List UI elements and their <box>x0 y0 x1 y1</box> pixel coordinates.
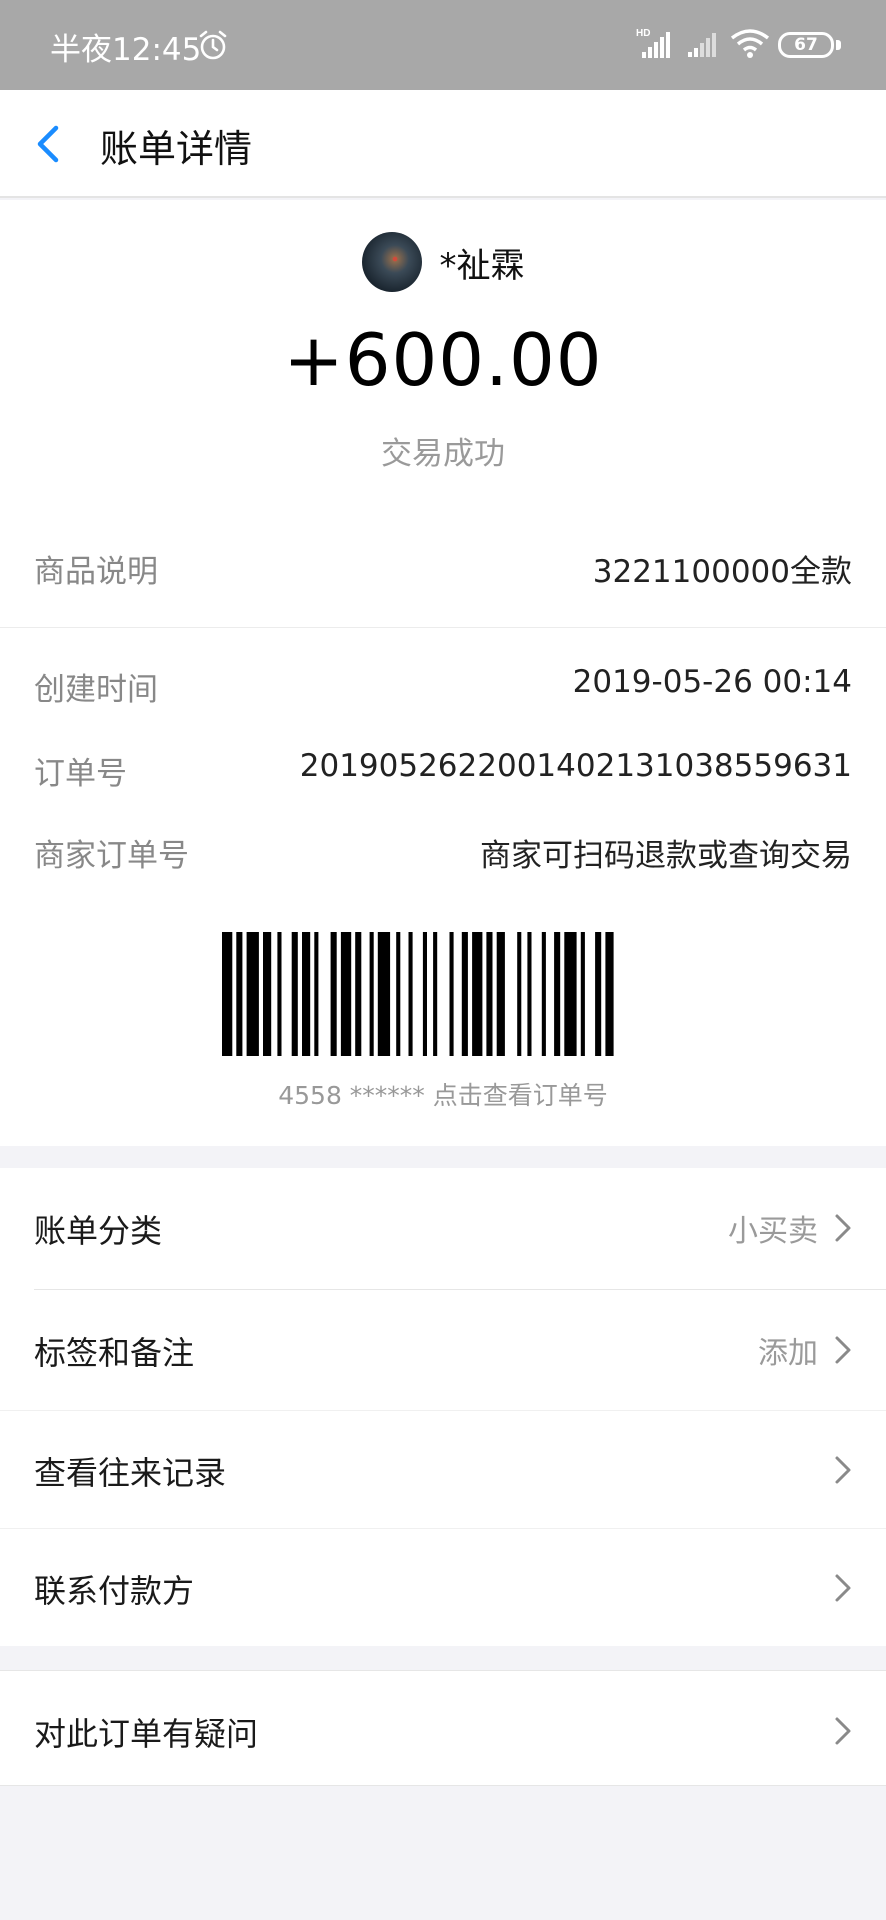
status-bar: 半夜12:45 HD 67 <box>0 0 886 90</box>
chevron-right-icon <box>835 1717 851 1745</box>
detail-label: 订单号 <box>34 756 127 792</box>
transaction-status: 交易成功 <box>381 436 505 472</box>
avatar[interactable] <box>361 232 422 292</box>
detail-value: 2019-05-26 00:14 <box>572 664 852 700</box>
nav-bar: 账单详情 <box>0 90 886 198</box>
detail-row-description: 商品说明 3221100000全款 <box>34 546 852 596</box>
payer-name: *祉霖 <box>439 245 525 286</box>
menu-label: 查看往来记录 <box>34 1454 227 1492</box>
status-time: 半夜12:45 <box>50 32 202 68</box>
menu-label: 对此订单有疑问 <box>34 1715 259 1753</box>
divider <box>0 627 886 628</box>
menu-label: 账单分类 <box>34 1212 163 1250</box>
menu-value: 添加 <box>758 1336 818 1371</box>
detail-label: 商家订单号 <box>34 838 189 874</box>
wifi-icon <box>730 29 770 58</box>
detail-row-merchant-order: 商家订单号 商家可扫码退款或查询交易 <box>34 830 852 880</box>
chevron-right-icon <box>835 1574 851 1602</box>
transaction-amount: +600.00 <box>283 318 603 402</box>
menu-label: 联系付款方 <box>34 1572 195 1610</box>
chevron-right-icon <box>835 1214 851 1242</box>
detail-label: 创建时间 <box>34 672 158 708</box>
barcode-caption[interactable]: 4558 ****** 点击查看订单号 <box>0 1076 886 1112</box>
menu-group: 账单分类 小买卖 标签和备注 添加 查看往来记录 联系付款方 <box>0 1168 886 1646</box>
menu-item-order-question[interactable]: 对此订单有疑问 <box>0 1671 886 1785</box>
transaction-card: *祉霖 +600.00 交易成功 商品说明 3221100000全款 创建时间 … <box>0 200 886 1146</box>
detail-value: 商家可扫码退款或查询交易 <box>480 838 852 874</box>
barcode[interactable] <box>222 932 666 1056</box>
menu-item-history[interactable]: 查看往来记录 <box>0 1410 886 1528</box>
menu-value: 小买卖 <box>728 1214 818 1249</box>
hd-signal-icon: HD <box>636 28 670 58</box>
menu-group-support: 对此订单有疑问 <box>0 1670 886 1786</box>
bill-detail-screen: 半夜12:45 HD 67 账单详情 *祉霖 +600.00 交易成功 商品说明… <box>0 0 886 1920</box>
alarm-icon <box>199 30 227 60</box>
signal-icon <box>688 33 716 57</box>
svg-text:HD: HD <box>636 28 650 39</box>
back-chevron-icon[interactable] <box>30 122 70 166</box>
chevron-right-icon <box>835 1456 851 1484</box>
battery-tip <box>836 40 841 50</box>
battery-icon: 67 <box>778 32 834 58</box>
menu-item-bill-category[interactable]: 账单分类 小买卖 <box>0 1168 886 1286</box>
detail-row-order-number: 订单号 20190526220014021310385596​31 <box>34 748 852 798</box>
detail-value[interactable]: 20190526220014021310385596​31 <box>300 748 852 784</box>
menu-item-tags-notes[interactable]: 标签和备注 添加 <box>0 1290 886 1408</box>
page-title: 账单详情 <box>100 127 253 171</box>
chevron-right-icon <box>835 1336 851 1364</box>
detail-value: 3221100000全款 <box>592 554 852 590</box>
menu-item-contact-payer[interactable]: 联系付款方 <box>0 1528 886 1646</box>
payer-info[interactable]: *祉霖 <box>0 230 886 294</box>
detail-label: 商品说明 <box>34 554 158 590</box>
menu-label: 标签和备注 <box>34 1334 195 1372</box>
detail-row-created-time: 创建时间 2019-05-26 00:14 <box>34 664 852 714</box>
